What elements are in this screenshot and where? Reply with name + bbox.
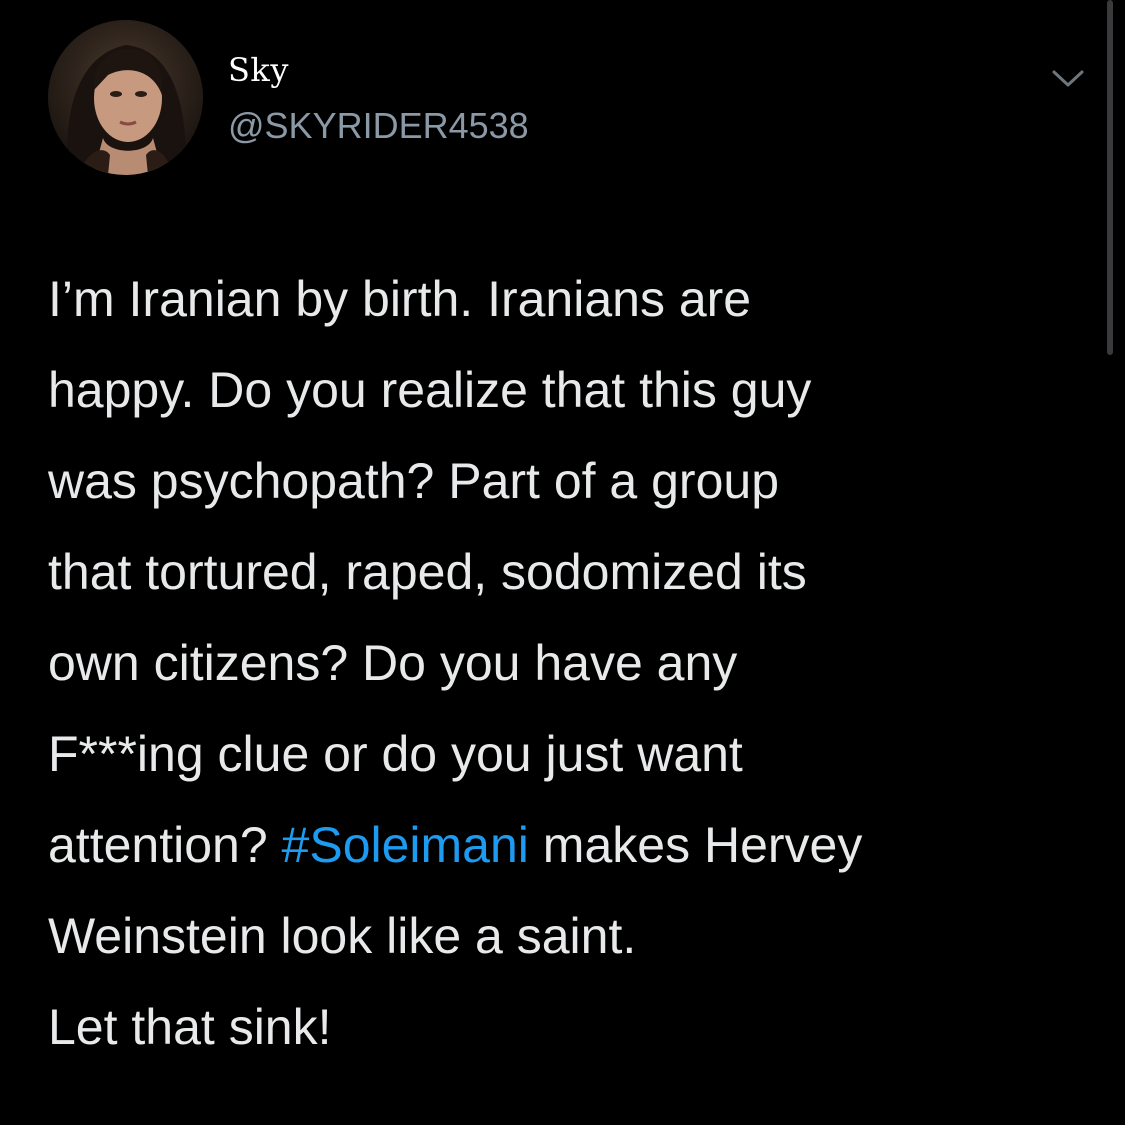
user-info[interactable]: Sky @SKYRIDER4538 [228,50,529,146]
avatar-photo [48,20,203,175]
tweet-text-line: Weinstein look like a saint. [48,908,637,964]
tweet-text: I’m Iranian by birth. Iranians are happy… [48,254,1088,1073]
tweet-text-line: I’m Iranian by birth. Iranians are [48,271,752,327]
tweet-text-fragment: attention? [48,817,282,873]
tweet-text-line-with-hashtag: attention? #Soleimani makes Hervey [48,800,1088,891]
avatar[interactable] [48,20,203,175]
tweet-text-line: was psychopath? Part of a group [48,453,780,509]
tweet-text-line: Let that sink! [48,999,332,1055]
tweet-text-fragment: makes Hervey [528,817,863,873]
user-handle[interactable]: @SKYRIDER4538 [228,106,529,146]
chevron-down-icon[interactable] [1048,60,1088,94]
tweet-text-line: own citizens? Do you have any [48,635,738,691]
tweet-screen: Sky @SKYRIDER4538 I’m Iranian by birth. … [0,0,1125,1125]
tweet-text-line: happy. Do you realize that this guy [48,362,812,418]
hashtag-link[interactable]: #Soleimani [282,817,529,873]
scrollbar[interactable] [1107,0,1113,355]
tweet-text-line: F***ing clue or do you just want [48,726,743,782]
display-name[interactable]: Sky [228,50,529,90]
tweet-text-line: that tortured, raped, sodomized its [48,544,807,600]
tweet-header: Sky @SKYRIDER4538 [48,20,1088,180]
